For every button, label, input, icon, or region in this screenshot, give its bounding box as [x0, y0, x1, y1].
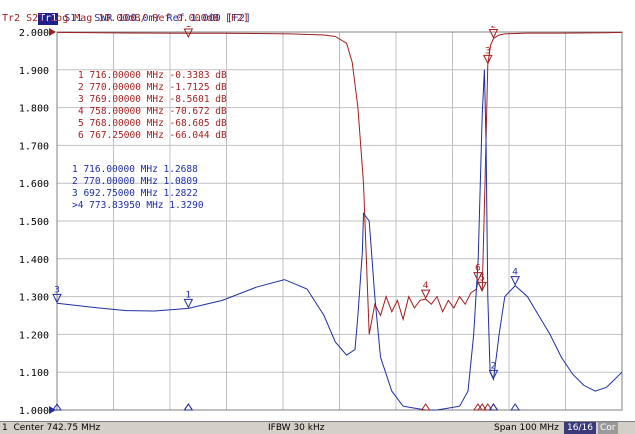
tr1-marker-readout: 2 770.00000 MHz 1.0809	[72, 176, 198, 187]
tr1-marker-stimulus-tick	[183, 403, 194, 411]
trace2-header[interactable]: Tr2 S21 Log Mag 10.00dB/ Ref 0.000dB [F2…	[2, 13, 249, 25]
status-bar: 1 Center 742.75 MHz IFBW 30 kHz Span 100…	[0, 421, 635, 434]
tr2-marker-label: 4	[423, 281, 429, 291]
tr2-marker-label: 2	[491, 26, 497, 30]
tr2-reference-arrow[interactable]	[49, 28, 56, 36]
center-frequency[interactable]: 1 Center 742.75 MHz	[2, 422, 100, 434]
y-axis-tick-label: 1.600	[19, 179, 49, 190]
tr2-marker-readout: 3 769.00000 MHz -8.5601 dB	[78, 94, 227, 105]
tr1-marker-1[interactable]	[183, 298, 194, 309]
tr1-marker-label: 3	[54, 285, 60, 295]
tr1-marker-stimulus-tick	[510, 403, 521, 411]
y-axis-tick-label: 2.000	[19, 28, 49, 39]
tr2-marker-label: 6	[475, 264, 481, 274]
y-axis-tick-label: 1.500	[19, 217, 49, 228]
measurement-plot[interactable]: 2.000 1.900 1.800 1.700 1.600 1.500 1.400 1.300…	[0, 26, 635, 421]
y-axis-tick-label: 1.900	[19, 66, 49, 77]
y-axis-tick-label: 1.000	[19, 406, 49, 417]
y-axis-tick-label: 1.700	[19, 141, 49, 152]
sweep-count-badge: 16/16	[564, 422, 596, 434]
tr1-marker-readout: 1 716.00000 MHz 1.2688	[72, 164, 198, 175]
tr2-marker-readout: 5 768.00000 MHz -68.605 dB	[78, 118, 227, 129]
y-axis-tick-label: 1.200	[19, 330, 49, 341]
tr1-marker-4[interactable]	[510, 276, 520, 286]
y-axis-tick-label: 1.300	[19, 293, 49, 304]
tr1-marker-readout: 3 692.75000 MHz 1.2822	[72, 188, 198, 199]
tr2-marker-label: 1	[185, 26, 191, 30]
tr1-marker-label: 1	[185, 290, 191, 300]
y-axis-tick-label: 1.100	[19, 368, 49, 379]
vna-window: Tr1 S11 SWR 100.0m/ Ref 1.000 [F2] Tr2 S…	[0, 0, 635, 434]
trace-header: Tr1 S11 SWR 100.0m/ Ref 1.000 [F2] Tr2 S…	[0, 0, 635, 26]
tr2-marker-label: 5	[479, 273, 485, 283]
tr1-marker-label: 2	[491, 361, 497, 371]
tr1-marker-stimulus-tick	[488, 403, 499, 411]
y-axis-tick-label: 1.400	[19, 255, 49, 266]
tr2-marker-stimulus-tick	[420, 403, 431, 411]
correction-badge: Cor	[598, 422, 618, 434]
tr2-marker-readout: 6 767.25000 MHz -66.044 dB	[78, 130, 227, 141]
tr2-marker-readout: 1 716.00000 MHz -0.3383 dB	[78, 70, 227, 81]
span-readout[interactable]: Span 100 MHz	[494, 422, 559, 434]
ifbw-readout[interactable]: IFBW 30 kHz	[268, 422, 324, 434]
tr2-marker-readout: 4 758.00000 MHz -70.672 dB	[78, 106, 227, 117]
tr2-marker-label: 3	[485, 46, 491, 56]
tr1-marker-readout: >4 773.83950 MHz 1.3290	[72, 200, 204, 211]
tr1-marker-label: 4	[512, 268, 518, 278]
y-axis-tick-label: 1.800	[19, 104, 49, 115]
tr2-marker-readout: 2 770.00000 MHz -1.7125 dB	[78, 82, 227, 93]
